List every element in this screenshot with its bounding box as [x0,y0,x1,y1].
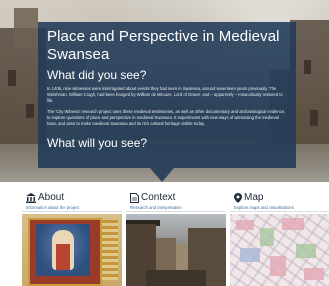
card-title: Context [141,192,176,203]
card-subtitle[interactable]: Information about the project [22,204,122,212]
card-context[interactable]: Context Research and interpretation [126,192,226,286]
street-image[interactable] [126,214,226,286]
card-title: Map [244,192,264,203]
map-block [240,248,260,262]
castle-window [310,110,318,126]
castle-window [304,60,311,74]
card-subtitle[interactable]: Explore maps and visualizations [230,204,329,212]
map-block [282,218,304,230]
page-title: Place and Perspective in Medieval Swanse… [47,28,280,63]
section-cards: About Information about the project Cont… [22,192,329,286]
card-heading[interactable]: Map [230,192,329,204]
question-heading: What did you see? [47,68,147,82]
panel-pointer [150,168,174,182]
map-block [260,228,274,246]
map-marker-icon [234,193,242,203]
street [146,270,206,286]
map-block [304,268,324,280]
card-heading[interactable]: About [22,192,122,204]
map-block [236,220,254,230]
intro-paragraph: In 1406, nine witnesses were interrogate… [47,86,283,103]
intro-panel: Place and Perspective in Medieval Swanse… [38,22,296,168]
castle-window [26,104,34,118]
card-title: About [38,192,65,203]
hero-banner: Place and Perspective in Medieval Swanse… [0,0,329,182]
castle-ruin [14,8,38,48]
card-map[interactable]: Map Explore maps and visualizations [230,192,329,286]
manuscript-robe [56,244,70,270]
card-about[interactable]: About Information about the project [22,192,122,286]
manuscript-border [102,220,118,280]
map-image[interactable] [230,214,329,286]
castle-window [8,70,16,86]
intro-paragraph: The 'City Witness' research project uses… [47,109,286,126]
bank-icon [26,193,36,203]
question-heading: What will you see? [47,136,148,150]
manuscript-image[interactable] [22,214,122,286]
document-icon [130,193,139,203]
map-block [296,244,316,258]
map-block [270,256,286,276]
card-subtitle[interactable]: Research and interpretation [126,204,226,212]
card-heading[interactable]: Context [126,192,226,204]
